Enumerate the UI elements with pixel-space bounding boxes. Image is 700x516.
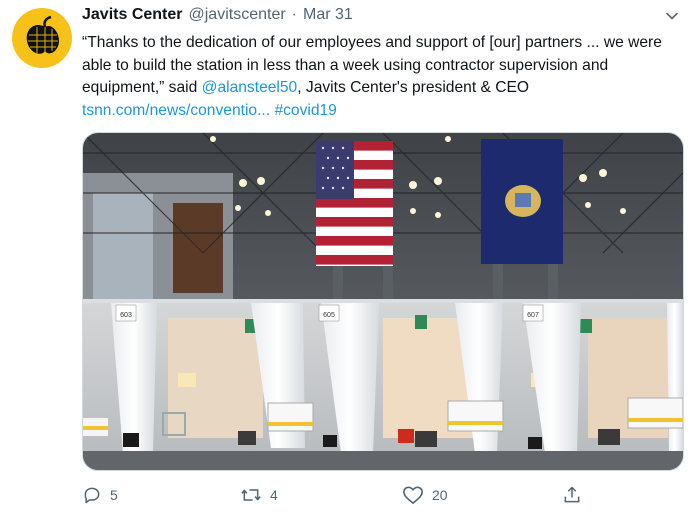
reply-button[interactable]: 5	[82, 482, 118, 508]
us-flag	[316, 141, 393, 266]
reply-icon	[84, 487, 100, 504]
tweet-photo[interactable]: 603 605 607	[82, 132, 684, 471]
javits-logo-icon	[26, 15, 59, 54]
author-handle[interactable]: @javitscenter	[189, 6, 286, 24]
hall-photo: 603 605 607	[83, 133, 683, 470]
bed-label-605: 605	[323, 312, 335, 319]
retweet-button[interactable]: 4	[240, 482, 278, 508]
more-options-button[interactable]	[662, 6, 682, 26]
bed-label-607: 607	[527, 312, 539, 319]
separator: ·	[291, 6, 297, 23]
mention-link[interactable]: @alansteel50	[202, 79, 298, 96]
retweet-count: 4	[270, 487, 278, 503]
share-button[interactable]	[562, 482, 582, 508]
share-icon	[564, 486, 580, 503]
tweet-header: Javits Center @javitscenter · Mar 31	[82, 6, 684, 28]
tweet-actions: 5 4 20	[82, 482, 602, 508]
heart-icon	[403, 486, 423, 504]
like-button[interactable]: 20	[402, 482, 448, 508]
hashtag-link[interactable]: #covid19	[274, 102, 336, 119]
bed-label-603: 603	[120, 312, 132, 319]
tweet-date[interactable]: Mar 31	[303, 6, 353, 24]
retweet-icon	[241, 489, 261, 501]
like-count: 20	[432, 487, 448, 503]
avatar[interactable]	[12, 8, 72, 68]
ny-flag	[481, 139, 563, 264]
author-name[interactable]: Javits Center	[82, 6, 183, 24]
tweet-text: “Thanks to the dedication of our employe…	[82, 32, 684, 122]
reply-count: 5	[110, 487, 118, 503]
tweet-text-part2: , Javits Center's president & CEO	[297, 79, 530, 96]
chevron-down-icon	[666, 12, 678, 20]
article-link[interactable]: tsnn.com/news/conventio...	[82, 102, 270, 119]
